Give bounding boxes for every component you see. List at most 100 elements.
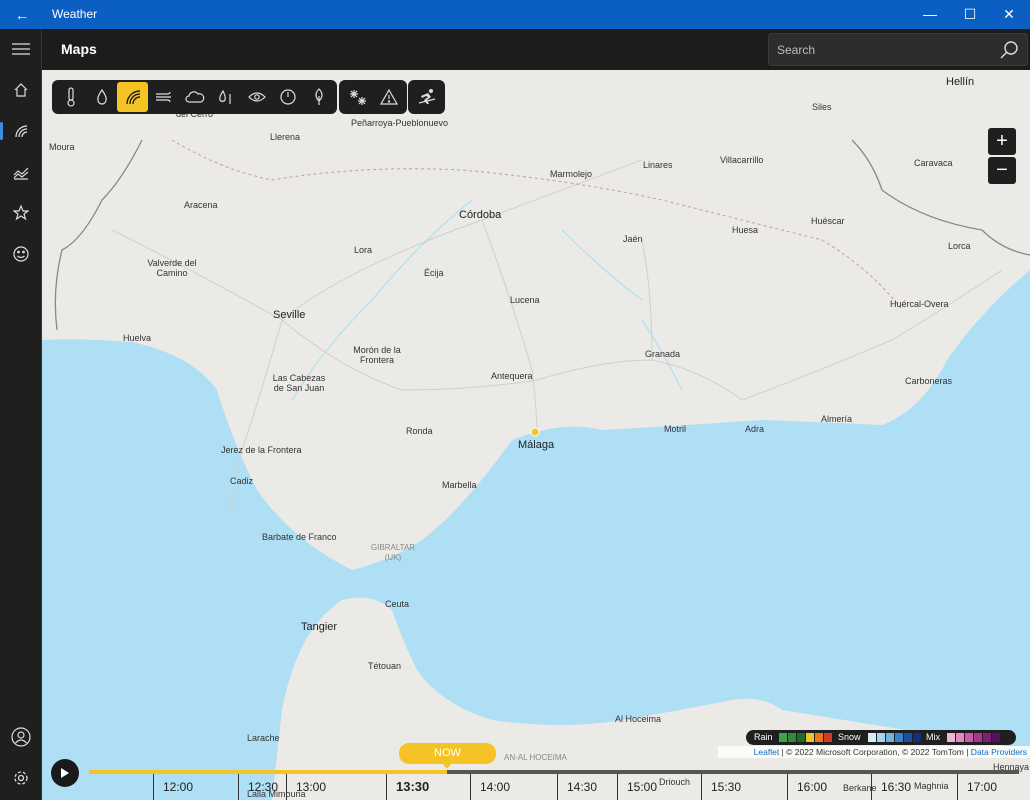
- legend-swatch: [788, 733, 796, 742]
- timeline-ticks: 12:00 12:30 13:00 13:30 14:00 14:30 15:00 15:30…: [89, 774, 1030, 800]
- map-label: Al Hoceima: [615, 714, 662, 724]
- map-label: Marmolejo: [550, 169, 593, 179]
- map-label: Granada: [645, 349, 681, 359]
- snowflake-icon[interactable]: [342, 82, 373, 112]
- map-label: Seville: [273, 309, 306, 321]
- search-box[interactable]: [768, 33, 1028, 66]
- severe-toolbar: [339, 80, 407, 114]
- map-label: Peñarroya-Pueblonuevo: [351, 118, 449, 128]
- hamburger-icon[interactable]: [0, 31, 42, 67]
- timeline-tick[interactable]: 14:00: [470, 774, 510, 800]
- legend-snow-label: Snow: [838, 732, 861, 742]
- map-label: Linares: [643, 160, 673, 170]
- zoom-out-button[interactable]: −: [988, 157, 1016, 184]
- map-label: Motril: [664, 424, 686, 434]
- temperature-icon[interactable]: [55, 82, 86, 112]
- back-arrow-icon[interactable]: ←: [10, 5, 34, 25]
- radar-icon[interactable]: [0, 113, 42, 149]
- map-basemap: [42, 139, 1030, 800]
- map-label: Aracena: [184, 200, 218, 210]
- page-title: Maps: [61, 41, 97, 57]
- map-label: Cadiz: [230, 476, 254, 486]
- map-label: Málaga: [518, 439, 555, 451]
- legend-swatch: [886, 733, 894, 742]
- map-label: Écija: [424, 268, 444, 278]
- timeline-tick[interactable]: 15:30: [701, 774, 741, 800]
- skier-icon[interactable]: [411, 82, 442, 112]
- map-label: Almería: [821, 414, 853, 424]
- chart-icon[interactable]: [0, 154, 42, 190]
- timeline-tick[interactable]: 16:30: [871, 774, 911, 800]
- timeline-tick[interactable]: 13:00: [286, 774, 326, 800]
- search-icon[interactable]: [999, 40, 1019, 60]
- warning-icon[interactable]: [373, 82, 404, 112]
- map-layer-toolbar: [52, 80, 337, 114]
- map-label: Moura: [49, 142, 75, 152]
- timeline-tick[interactable]: 17:00: [957, 774, 997, 800]
- timeline-tick[interactable]: 12:30: [238, 774, 278, 800]
- legend-swatch: [992, 733, 1000, 742]
- timeline-tick[interactable]: 13:30: [386, 774, 429, 800]
- zoom-in-button[interactable]: +: [988, 128, 1016, 155]
- smiley-icon[interactable]: [0, 236, 42, 272]
- legend-swatch: [974, 733, 982, 742]
- now-indicator[interactable]: NOW: [399, 743, 496, 769]
- weather-map[interactable]: Hellín del Cerro Peñarroya-Pueblonuevo M…: [42, 70, 1030, 800]
- map-label: Lorca: [948, 241, 971, 251]
- visibility-eye-icon[interactable]: [241, 82, 272, 112]
- play-button[interactable]: [51, 759, 79, 787]
- map-label: Lora: [354, 245, 373, 255]
- precipitation-icon[interactable]: [86, 82, 117, 112]
- close-button[interactable]: ✕: [986, 0, 1030, 29]
- map-label: Caravaca: [914, 158, 953, 168]
- map-label: Ceuta: [385, 599, 410, 609]
- map-label: Lucena: [510, 295, 540, 305]
- wind-icon[interactable]: [148, 82, 179, 112]
- map-label: Huelva: [123, 333, 152, 343]
- cloud-icon[interactable]: [179, 82, 210, 112]
- timeline-tick[interactable]: 16:00: [787, 774, 827, 800]
- map-label: Adra: [745, 424, 765, 434]
- account-icon[interactable]: [0, 719, 42, 755]
- window-title: Weather: [52, 7, 98, 21]
- legend-swatch: [806, 733, 814, 742]
- map-label: Villacarrillo: [720, 155, 764, 165]
- map-label: Jerez de la Frontera: [221, 445, 302, 455]
- legend-swatch: [913, 733, 921, 742]
- legend-swatch: [983, 733, 991, 742]
- radar-layer-icon[interactable]: [117, 82, 148, 112]
- legend-swatch: [815, 733, 823, 742]
- map-label: Huéscar: [811, 216, 845, 226]
- timeline-tick[interactable]: 14:30: [557, 774, 597, 800]
- timeline-tick[interactable]: 12:00: [153, 774, 193, 800]
- settings-gear-icon[interactable]: [0, 760, 42, 796]
- title-bar: ← Weather — ☐ ✕: [0, 0, 1030, 29]
- legend-swatch: [824, 733, 832, 742]
- map-label: Valverde del Camino: [147, 258, 197, 278]
- map-label: Huesa: [732, 225, 759, 235]
- pollen-tree-icon[interactable]: [303, 82, 334, 112]
- timeline: NOW 12:00 12:30 13:00 13:30 14:00 14:30 15:00 1…: [42, 742, 1030, 800]
- pressure-gauge-icon[interactable]: [272, 82, 303, 112]
- map-label: Carboneras: [905, 376, 953, 386]
- legend-swatch: [947, 733, 955, 742]
- search-input[interactable]: [777, 41, 987, 59]
- legend-swatch: [956, 733, 964, 742]
- timeline-tick[interactable]: 15:00: [617, 774, 657, 800]
- humidity-icon[interactable]: [210, 82, 241, 112]
- map-label: Jaén: [623, 234, 643, 244]
- map-label: Córdoba: [459, 209, 502, 221]
- map-label: Tétouan: [368, 661, 402, 671]
- legend-swatch: [868, 733, 876, 742]
- star-list-icon[interactable]: [0, 195, 42, 231]
- legend-mix-label: Mix: [926, 732, 940, 742]
- legend-swatch: [877, 733, 885, 742]
- left-navigation: [0, 29, 42, 800]
- map-label: GIBRALTAR (UK): [370, 543, 416, 562]
- legend-swatch: [797, 733, 805, 742]
- legend-swatch: [904, 733, 912, 742]
- play-icon: [61, 768, 69, 778]
- map-label: Tangier: [301, 621, 338, 633]
- map-label: Llerena: [270, 132, 301, 142]
- home-icon[interactable]: [0, 72, 42, 108]
